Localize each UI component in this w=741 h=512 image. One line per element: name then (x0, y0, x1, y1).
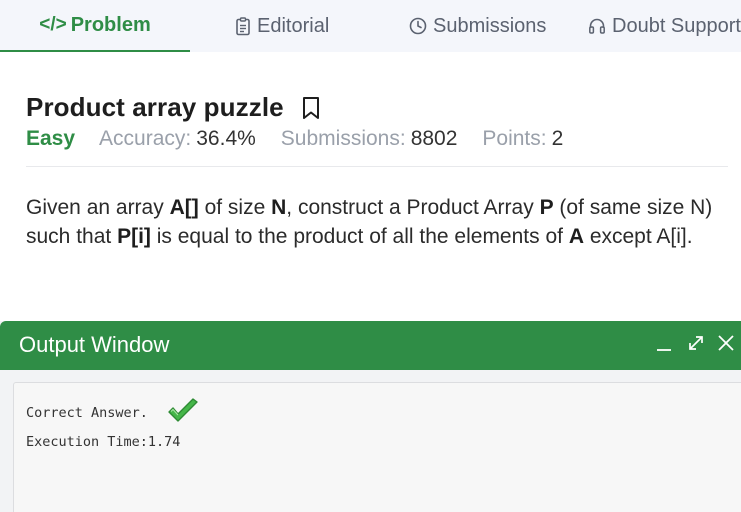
submissions-label: Submissions: (280, 127, 406, 150)
problem-title-row: Product array puzzle (26, 92, 320, 123)
problem-title: Product array puzzle (26, 92, 284, 122)
bookmark-icon[interactable] (302, 96, 320, 120)
tab-submissions[interactable]: Submissions (409, 0, 546, 52)
points-value: 2 (551, 127, 564, 150)
close-icon[interactable] (716, 333, 736, 353)
tab-submissions-label: Submissions (433, 14, 547, 37)
output-window-header[interactable]: Output Window (0, 321, 741, 370)
result-text: Correct Answer. (26, 405, 148, 421)
tab-problem[interactable]: </> Problem (0, 0, 190, 52)
statement-bold: N (271, 196, 287, 219)
statement-text: except A[i]. (583, 225, 693, 248)
statement-text: Given an array (26, 196, 170, 219)
output-window: Output Window Correct Answer. Execution … (0, 321, 741, 512)
tab-doubt-support-label: Doubt Support (612, 14, 741, 37)
difficulty-badge: Easy (26, 127, 76, 150)
headset-icon (588, 17, 606, 35)
output-window-title: Output Window (19, 332, 170, 357)
statement-text: , construct a Product Array (286, 196, 540, 219)
minimize-icon[interactable] (655, 335, 673, 353)
accuracy-label: Accuracy: (99, 127, 192, 150)
expand-icon[interactable] (686, 333, 706, 353)
tab-editorial-label: Editorial (257, 14, 330, 37)
statement-text: of size (198, 196, 272, 219)
problem-tabs: </> Problem Editorial Submissions Doubt … (0, 0, 741, 52)
code-icon: </> (39, 14, 67, 35)
output-console: Correct Answer. Execution Time:1.74 (13, 382, 741, 512)
accuracy-value: 36.4% (196, 127, 256, 150)
problem-meta: Easy Accuracy: 36.4% Submissions: 8802 P… (26, 127, 588, 151)
statement-bold: A (568, 225, 584, 248)
points-label: Points: (482, 127, 547, 150)
statement-bold: P (539, 196, 554, 219)
tab-doubt-support[interactable]: Doubt Support (588, 0, 741, 52)
statement-bold: A[] (169, 196, 199, 219)
checkmark-icon (166, 398, 200, 429)
statement-bold: P[i] (117, 225, 151, 248)
divider (26, 166, 728, 167)
document-icon (235, 16, 251, 36)
tab-problem-label: Problem (70, 13, 151, 36)
tab-editorial[interactable]: Editorial (235, 0, 329, 52)
problem-statement: Given an array A[] of size N, construct … (26, 193, 728, 251)
submissions-value: 8802 (410, 127, 458, 150)
execution-time-text: Execution Time:1.74 (26, 434, 181, 450)
clock-icon (409, 17, 427, 35)
statement-text: is equal to the product of all the eleme… (150, 225, 569, 248)
